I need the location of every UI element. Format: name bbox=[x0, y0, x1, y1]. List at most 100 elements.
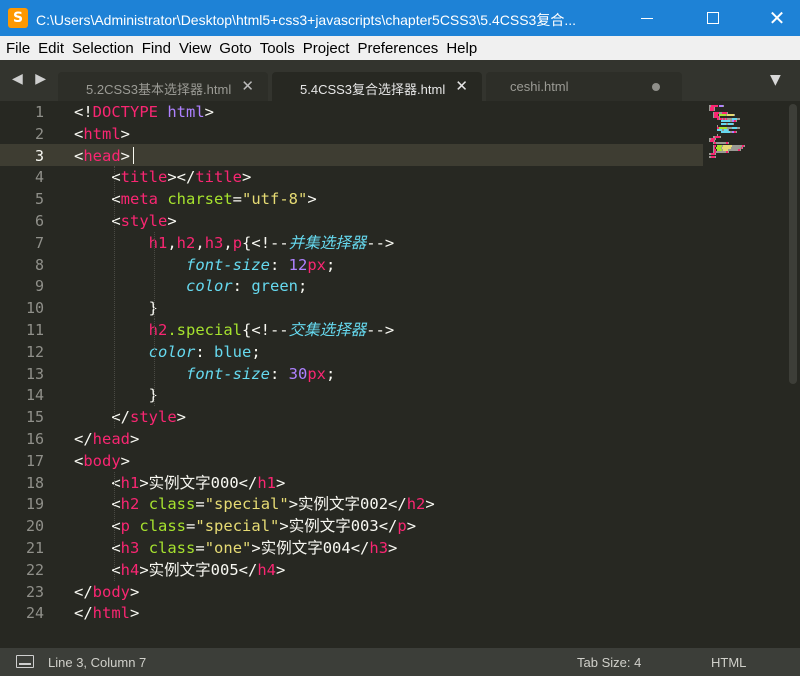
code-token: = bbox=[232, 190, 243, 209]
code-token: < bbox=[74, 451, 84, 470]
maximize-icon bbox=[707, 12, 719, 24]
code-token: "one" bbox=[204, 539, 252, 557]
vertical-scrollbar[interactable] bbox=[786, 101, 800, 648]
tab-size-selector[interactable]: Tab Size: 4 bbox=[577, 655, 641, 670]
minimize-icon bbox=[641, 18, 653, 19]
code-token: < bbox=[74, 146, 84, 165]
menu-file[interactable]: File bbox=[4, 40, 36, 57]
cursor-position: Line 3, Column 7 bbox=[48, 655, 147, 670]
code-token: > bbox=[130, 604, 140, 623]
sublime-text-icon: S bbox=[8, 8, 28, 28]
minimap-line bbox=[720, 135, 721, 138]
code-token: ; bbox=[326, 255, 336, 274]
code-token: DOCTYPE bbox=[92, 103, 158, 121]
code-token: > bbox=[120, 124, 131, 143]
indent-guide bbox=[154, 231, 155, 319]
tab-close-icon[interactable]: ✕ bbox=[455, 77, 468, 95]
code-line: <html> bbox=[74, 123, 130, 145]
minimap[interactable] bbox=[705, 101, 785, 648]
code-token: --> bbox=[366, 321, 395, 339]
panel-toggle-icon[interactable] bbox=[16, 655, 34, 668]
code-token: class bbox=[139, 517, 187, 536]
code-line: <p class="special">实例文字003</p> bbox=[74, 515, 416, 537]
code-line: <head> bbox=[74, 145, 130, 167]
menu-tools[interactable]: Tools bbox=[258, 40, 301, 57]
code-token: > bbox=[176, 408, 187, 427]
code-token: 12 bbox=[288, 255, 308, 274]
code-token: title bbox=[195, 168, 243, 187]
code-token: >实例文字004</ bbox=[251, 539, 370, 557]
minimap-line bbox=[715, 138, 716, 140]
menu-view[interactable]: View bbox=[177, 40, 217, 57]
code-token: > bbox=[167, 212, 177, 230]
menu-selection[interactable]: Selection bbox=[70, 40, 140, 57]
minimap-line bbox=[736, 120, 737, 123]
tab-nav-arrows[interactable]: ◀ ▶ bbox=[12, 71, 50, 87]
minimap-line bbox=[740, 149, 741, 151]
menu-help[interactable]: Help bbox=[444, 40, 483, 57]
code-token: , bbox=[195, 233, 205, 252]
code-editor[interactable]: 1 2 3 4 5 6 7 8 9 10 11 12 13 14 15 16 17 18 19 20 21 22 23 24 … bbox=[0, 101, 800, 648]
menu-preferences[interactable]: Preferences bbox=[355, 40, 444, 57]
line-number: 20 bbox=[25, 517, 44, 536]
minimap-line bbox=[737, 118, 740, 121]
menu-edit[interactable]: Edit bbox=[36, 40, 70, 57]
code-token: class bbox=[148, 539, 196, 557]
minimap-line bbox=[715, 155, 716, 158]
code-line: } bbox=[74, 297, 158, 319]
code-line: <!DOCTYPE html> bbox=[74, 101, 214, 123]
line-number: 3 bbox=[34, 146, 44, 165]
code-token: } bbox=[74, 299, 158, 318]
minimap-line bbox=[721, 131, 730, 134]
syntax-selector[interactable]: HTML bbox=[711, 655, 746, 670]
code-token: body bbox=[83, 451, 121, 470]
line-number: 7 bbox=[34, 233, 44, 252]
code-token: color bbox=[185, 277, 233, 296]
code-line: <body> bbox=[74, 450, 130, 472]
line-number: 21 bbox=[25, 539, 44, 557]
code-token: : bbox=[195, 342, 214, 361]
code-token: = bbox=[186, 517, 196, 536]
line-number: 19 bbox=[25, 495, 44, 514]
tab-list-dropdown-icon[interactable]: ▼ bbox=[770, 72, 781, 88]
tab-5-4-css3-active[interactable]: 5.4CSS3复合选择器.html ✕ bbox=[272, 72, 482, 101]
minimize-button[interactable] bbox=[624, 0, 670, 36]
code-token: p bbox=[397, 517, 407, 536]
scrollbar-thumb[interactable] bbox=[789, 104, 797, 384]
code-token: h4 bbox=[257, 560, 277, 579]
code-token: >实例文字002</ bbox=[288, 495, 407, 514]
menu-find[interactable]: Find bbox=[140, 40, 177, 57]
code-token: px bbox=[307, 364, 326, 383]
line-number: 6 bbox=[34, 212, 44, 230]
code-line: <h1>实例文字000</h1> bbox=[74, 472, 285, 494]
code-token: --> bbox=[366, 233, 395, 252]
tab-ceshi[interactable]: ceshi.html bbox=[486, 72, 682, 101]
menu-project[interactable]: Project bbox=[301, 40, 356, 57]
line-number: 16 bbox=[25, 430, 44, 448]
tab-5-2-css3[interactable]: 5.2CSS3基本选择器.html ✕ bbox=[58, 72, 268, 101]
code-token: head bbox=[83, 146, 121, 165]
tab-label: 5.4CSS3复合选择器.html bbox=[300, 82, 446, 97]
line-number: 14 bbox=[25, 386, 44, 405]
code-token: , bbox=[167, 233, 177, 252]
code-token: > bbox=[425, 495, 435, 514]
code-line: </style> bbox=[74, 406, 186, 428]
tab-close-icon[interactable]: ✕ bbox=[241, 77, 254, 95]
code-token: body bbox=[92, 582, 130, 601]
code-token: >实例文字005</ bbox=[139, 560, 258, 579]
code-token: p bbox=[232, 233, 243, 252]
code-token: style bbox=[130, 408, 177, 427]
unsaved-dot-icon[interactable] bbox=[652, 83, 660, 91]
code-token: </ bbox=[74, 408, 130, 427]
maximize-button[interactable] bbox=[690, 0, 736, 36]
code-token: > bbox=[406, 517, 417, 536]
code-line: <h2 class="special">实例文字002</h2> bbox=[74, 493, 435, 515]
code-token: h1 bbox=[120, 473, 140, 492]
status-bar: Line 3, Column 7 Tab Size: 4 HTML bbox=[0, 648, 800, 676]
close-window-button[interactable]: ✕ bbox=[754, 0, 800, 36]
code-token: 交集选择器 bbox=[288, 321, 367, 339]
code-line: color: blue; bbox=[74, 341, 261, 363]
menu-goto[interactable]: Goto bbox=[217, 40, 258, 57]
